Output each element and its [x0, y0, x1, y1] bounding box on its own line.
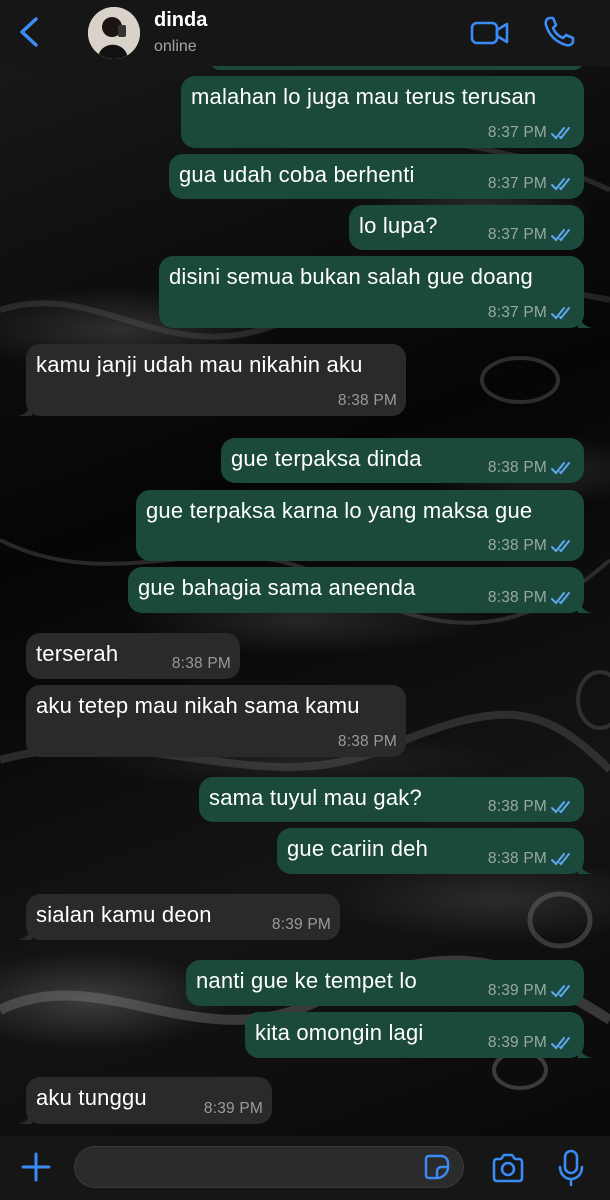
message-time: 8:38 PM: [171, 655, 231, 672]
bubble-tail: [18, 741, 32, 757]
double-check-icon: [551, 592, 570, 605]
message-text: disini semua bukan salah gue doang: [169, 264, 533, 289]
message-time: 8:39 PM: [487, 1034, 547, 1051]
message-text: gue cariin deh: [287, 836, 429, 861]
message-input[interactable]: [74, 1146, 464, 1188]
message-meta: 8:39 PM: [272, 916, 331, 934]
message-text: nanti gue ke tempet lo: [196, 968, 417, 993]
message-text: sama tuyul mau gak?: [209, 785, 422, 810]
message-time: 8:37 PM: [487, 226, 547, 243]
message-bubble-outgoing[interactable]: malahan lo juga mau terus terusan 8:37 P…: [181, 76, 584, 148]
bubble-tail: [578, 597, 592, 613]
message-bubble-outgoing[interactable]: nanti gue ke tempet lo 8:39 PM: [186, 960, 584, 1006]
message-time: 8:38 PM: [487, 459, 547, 476]
message-bubble-outgoing[interactable]: sama tuyul mau gak? 8:38 PM: [199, 777, 584, 822]
message-meta: 8:39 PM: [488, 1034, 575, 1052]
bubble-tail: [18, 1108, 32, 1124]
message-bubble-outgoing[interactable]: disini semua bukan salah gue doang 8:37 …: [159, 256, 592, 328]
contact-name[interactable]: dinda: [154, 9, 207, 32]
message-time: 8:37 PM: [487, 304, 547, 321]
double-check-icon: [551, 127, 570, 140]
avatar[interactable]: [88, 7, 140, 59]
bubble-tail: [578, 1042, 592, 1058]
message-time: 8:39 PM: [203, 1100, 263, 1117]
chevron-left-icon[interactable]: [16, 16, 42, 48]
message-bubble-incoming[interactable]: terserah 8:38 PM: [26, 633, 240, 679]
message-meta: 8:37 PM: [488, 226, 575, 244]
message-bubble-outgoing[interactable]: lo lupa? 8:37 PM: [349, 205, 584, 250]
message-text: malahan lo juga mau terus terusan: [191, 84, 537, 109]
message-time: 8:37 PM: [487, 124, 547, 141]
message-meta: 8:38 PM: [488, 537, 575, 555]
message-text: gue terpaksa karna lo yang maksa gue: [146, 498, 533, 523]
message-time: 8:38 PM: [337, 392, 397, 409]
message-time: 8:37 PM: [487, 175, 547, 192]
message-bubble-incoming[interactable]: sialan kamu deon 8:39 PM: [18, 894, 340, 940]
message-time: 8:38 PM: [487, 798, 547, 815]
double-check-icon: [551, 307, 570, 320]
sticker-icon[interactable]: [424, 1154, 450, 1180]
chat-header: dinda online: [0, 0, 610, 66]
message-meta: 8:38 PM: [488, 850, 575, 868]
avatar-photo: [88, 7, 140, 59]
double-check-icon: [551, 853, 570, 866]
double-check-icon: [551, 540, 570, 553]
double-check-icon: [551, 801, 570, 814]
double-check-icon: [551, 985, 570, 998]
message-time: 8:38 PM: [487, 537, 547, 554]
message-text: lo lupa?: [359, 213, 438, 238]
microphone-icon[interactable]: [558, 1149, 584, 1187]
message-text: kita omongin lagi: [255, 1020, 424, 1045]
message-meta: 8:38 PM: [488, 798, 575, 816]
bubble-tail: [18, 924, 32, 940]
message-text: sialan kamu deon: [36, 902, 212, 927]
double-check-icon: [551, 462, 570, 475]
message-time: 8:38 PM: [487, 589, 547, 606]
message-time: 8:39 PM: [487, 982, 547, 999]
message-text: gua udah coba berhenti: [179, 162, 415, 187]
message-meta: 8:38 PM: [172, 655, 231, 673]
video-camera-icon[interactable]: [470, 17, 510, 49]
message-text: gue terpaksa dinda: [231, 446, 422, 471]
double-check-icon: [551, 229, 570, 242]
message-bubble-outgoing[interactable]: gue terpaksa dinda 8:38 PM: [221, 438, 584, 483]
message-text: aku tetep mau nikah sama kamu: [36, 693, 360, 718]
plus-icon[interactable]: [20, 1151, 52, 1183]
message-bubble-incoming[interactable]: kamu janji udah mau nikahin aku 8:38 PM: [18, 344, 406, 416]
camera-icon[interactable]: [491, 1153, 525, 1183]
message-meta: 8:37 PM: [488, 304, 575, 322]
message-time: 8:38 PM: [337, 733, 397, 750]
message-text: terserah: [36, 641, 119, 666]
composer-bar: [0, 1136, 610, 1200]
double-check-icon: [551, 1037, 570, 1050]
message-bubble-outgoing[interactable]: gua udah coba berhenti 8:37 PM: [169, 154, 584, 199]
contact-status: online: [154, 38, 197, 55]
message-text: kamu janji udah mau nikahin aku: [36, 352, 363, 377]
message-time: 8:39 PM: [271, 916, 331, 933]
message-meta: 8:37 PM: [488, 124, 575, 142]
phone-icon[interactable]: [542, 15, 576, 49]
double-check-icon: [551, 178, 570, 191]
message-bubble-outgoing[interactable]: gue bahagia sama aneenda 8:38 PM: [128, 567, 592, 613]
message-bubble-incoming[interactable]: aku tunggu 8:39 PM: [18, 1077, 272, 1124]
message-time: 8:38 PM: [487, 850, 547, 867]
message-text: gue bahagia sama aneenda: [138, 575, 416, 600]
message-bubble-outgoing[interactable]: gue cariin deh 8:38 PM: [277, 828, 592, 874]
message-meta: 8:38 PM: [488, 589, 575, 607]
message-bubble-outgoing[interactable]: kita omongin lagi 8:39 PM: [245, 1012, 592, 1058]
message-meta: 8:38 PM: [488, 459, 575, 477]
message-bubble-incoming[interactable]: aku tetep mau nikah sama kamu 8:38 PM: [18, 685, 406, 757]
message-meta: 8:37 PM: [488, 175, 575, 193]
message-meta: 8:38 PM: [338, 733, 397, 751]
bubble-tail: [578, 312, 592, 328]
bubble-tail: [578, 858, 592, 874]
bubble-tail: [18, 400, 32, 416]
message-meta: 8:39 PM: [204, 1100, 263, 1118]
message-text: aku tunggu: [36, 1085, 147, 1110]
message-meta: 8:39 PM: [488, 982, 575, 1000]
message-meta: 8:38 PM: [338, 392, 397, 410]
message-bubble-outgoing[interactable]: gue terpaksa karna lo yang maksa gue 8:3…: [136, 490, 584, 561]
